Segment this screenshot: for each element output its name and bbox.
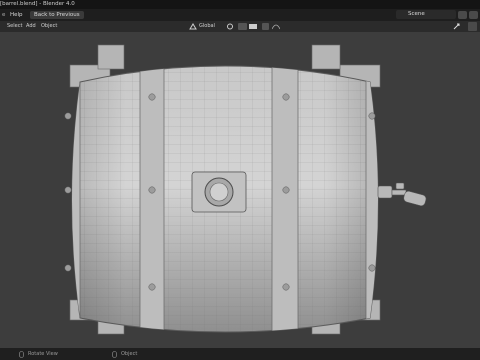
pivot-icon[interactable] xyxy=(226,23,236,30)
scene-selector[interactable]: Scene xyxy=(396,10,456,19)
rotate-view-hint: Rotate View xyxy=(28,351,58,357)
window-title: [barrel.blend] - Blender 4.0 xyxy=(0,1,75,7)
barrel-tap xyxy=(377,182,427,207)
scene-name: Scene xyxy=(408,11,425,17)
add-menu[interactable]: Add xyxy=(26,23,36,29)
3d-viewport[interactable] xyxy=(0,32,480,348)
snap-icon[interactable] xyxy=(238,23,247,30)
back-to-previous-label: Back to Previous xyxy=(34,12,80,18)
snap-target-icon[interactable] xyxy=(249,24,257,29)
gizmo-icon[interactable] xyxy=(452,23,462,30)
help-menu[interactable]: Help xyxy=(10,12,23,18)
bung-plate xyxy=(191,171,247,213)
file-menu-stub[interactable]: e xyxy=(2,12,5,18)
barrel-model xyxy=(64,44,427,335)
top-menu-bar: e Help Back to Previous Scene xyxy=(0,9,480,21)
proportional-icon[interactable] xyxy=(262,23,269,30)
orientation-dropdown[interactable]: Global xyxy=(199,23,215,29)
transform-orientation-icon[interactable] xyxy=(189,23,197,30)
select-menu[interactable]: Select xyxy=(7,23,22,29)
back-to-previous-button[interactable]: Back to Previous xyxy=(30,11,84,19)
mouse-icon xyxy=(19,351,24,358)
title-bar: [barrel.blend] - Blender 4.0 xyxy=(0,0,480,9)
falloff-icon[interactable] xyxy=(272,23,280,30)
view-layer-icon[interactable] xyxy=(458,11,467,19)
status-bar: Rotate View Object xyxy=(0,348,480,360)
mouse-icon xyxy=(112,351,117,358)
view-layer-options-icon[interactable] xyxy=(469,11,478,19)
overlay-icon[interactable] xyxy=(468,22,477,31)
object-context-hint: Object xyxy=(121,351,138,357)
object-menu[interactable]: Object xyxy=(41,23,57,29)
